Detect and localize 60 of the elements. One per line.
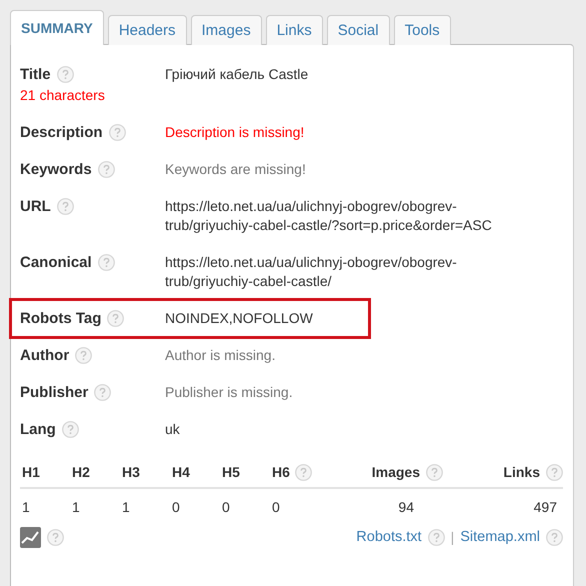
field-label: URL <box>20 197 51 216</box>
help-icon[interactable] <box>107 310 124 327</box>
character-count: 21 characters <box>20 86 106 105</box>
table-cell: 1 <box>22 499 30 515</box>
field-value: Keywords are missing! <box>165 160 307 179</box>
field-value: NOINDEX,NOFOLLOW <box>165 309 314 328</box>
tab[interactable]: Headers <box>108 15 187 45</box>
field-value: Гріючий кабель Castle <box>165 65 310 84</box>
table-cell: 0 <box>222 499 230 515</box>
field-label: Author <box>20 346 70 365</box>
help-icon[interactable] <box>546 528 563 546</box>
tab[interactable]: Social <box>326 15 390 45</box>
field-label: Keywords <box>20 160 92 179</box>
help-icon[interactable] <box>75 347 92 364</box>
field-value: uk <box>165 420 181 439</box>
header-column-label: H4 <box>172 464 190 480</box>
help-icon[interactable] <box>108 124 126 141</box>
help-icon[interactable] <box>98 161 115 178</box>
help-icon[interactable] <box>294 464 312 480</box>
help-icon[interactable] <box>62 421 79 438</box>
field-label: Canonical <box>20 253 92 272</box>
table-cell: 497 <box>534 499 557 515</box>
separator: | <box>450 529 454 545</box>
help-icon[interactable] <box>98 254 115 271</box>
field-value: https://leto.net.ua/ua/ulichnyj-obogrev/obogrev-trub/griyuchiy-cabel-castle/?sort=p.price&order=ASC <box>165 197 493 235</box>
chart-icon[interactable] <box>20 526 41 548</box>
field-value: Publisher is missing. <box>165 383 294 402</box>
table-cell: 94 <box>398 499 414 515</box>
field-label: Title <box>20 65 51 84</box>
header-column-label: H6 <box>272 464 290 480</box>
help-icon[interactable] <box>56 66 74 83</box>
field-label: Publisher <box>20 383 88 402</box>
help-icon[interactable] <box>56 198 74 215</box>
header-column-label: H1 <box>22 464 40 480</box>
table-cell: 1 <box>122 499 130 515</box>
field-value: Author is missing. <box>165 346 276 365</box>
robots-link[interactable]: Robots.txt <box>356 529 422 545</box>
tab[interactable]: Images <box>190 15 262 45</box>
tab[interactable]: Tools <box>394 15 451 45</box>
help-icon[interactable] <box>94 384 112 401</box>
links-column-label: Links <box>503 464 540 480</box>
sitemap-link[interactable]: Sitemap.xml <box>460 529 540 545</box>
help-icon[interactable] <box>426 464 443 480</box>
field-value: https://leto.net.ua/ua/ulichnyj-obogrev/obogrev-trub/griyuchiy-cabel-castle/ <box>165 253 458 291</box>
help-icon[interactable] <box>47 528 64 546</box>
table-cell: 1 <box>72 499 80 515</box>
header-column-label: H3 <box>122 464 140 480</box>
header-column-label: H2 <box>72 464 90 480</box>
field-label: Robots Tag <box>20 309 102 328</box>
help-icon[interactable] <box>546 464 563 480</box>
table-cell: 0 <box>172 499 180 515</box>
tab[interactable]: SUMMARY <box>10 10 104 45</box>
field-value: Description is missing! <box>165 123 306 142</box>
field-label: Description <box>20 123 103 142</box>
header-column-label: H5 <box>222 464 240 480</box>
tab[interactable]: Links <box>266 15 323 45</box>
help-icon[interactable] <box>428 528 445 546</box>
field-label: Lang <box>20 420 56 439</box>
table-cell: 0 <box>272 499 280 515</box>
images-column-label: Images <box>372 464 420 480</box>
